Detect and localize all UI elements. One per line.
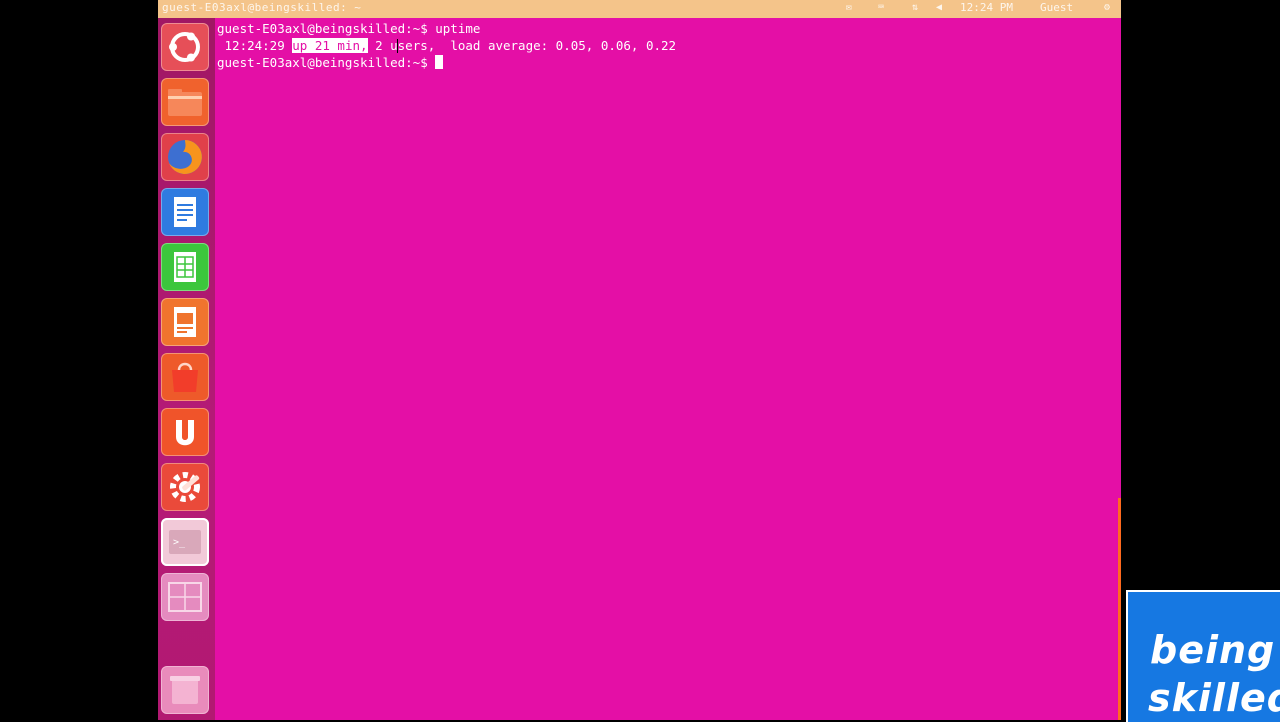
gear-wrench-icon [170,472,200,502]
ubuntu-logo-icon [169,32,200,62]
terminal-window[interactable]: guest-E03axl@beingskilled:~$ uptime 12:2… [215,18,1121,720]
calc-button[interactable] [161,243,209,291]
window-edge-highlight [1118,498,1121,720]
power-icon[interactable]: ⚙ [1100,2,1114,14]
user-label[interactable]: Guest [1040,1,1073,14]
terminal-button[interactable]: >_ [161,518,209,566]
output-line: 12:24:29 up 21 min, 2 users, load averag… [217,37,676,54]
shopping-bag-icon [172,362,198,392]
ubuntu-one-icon [176,420,194,446]
ubuntu-one-button[interactable] [161,408,209,456]
logo-line-2: skilled [1148,676,1280,720]
mail-icon[interactable]: ✉ [842,2,856,14]
trash-button[interactable] [161,666,209,714]
prompt: guest-E03axl@beingskilled:~$ [217,21,428,36]
output-users-load: 2 users, load average: 0.05, 0.06, 0.22 [375,38,677,53]
terminal-icon: >_ [169,530,201,554]
clock-label[interactable]: 12:24 PM [960,1,1013,14]
network-icon[interactable]: ⇅ [908,2,922,14]
svg-text:>_: >_ [173,537,186,548]
volume-icon[interactable]: ◀ [932,2,946,14]
folder-icon [168,89,202,116]
software-center-button[interactable] [161,353,209,401]
files-button[interactable] [161,78,209,126]
beingskilled-logo: being skilled [1126,590,1280,722]
selected-uptime-text[interactable]: up 21 min, [292,38,368,53]
firefox-icon [168,140,202,174]
system-settings-button[interactable] [161,463,209,511]
impress-presentation-icon [174,307,196,337]
prompt: guest-E03axl@beingskilled:~$ [217,55,428,70]
command-text: uptime [435,21,481,36]
window-title: guest-E03axl@beingskilled: ~ [162,1,362,14]
writer-document-icon [174,197,196,227]
trash-icon [170,676,200,704]
keyboard-icon[interactable]: ⌨ [874,2,888,14]
firefox-button[interactable] [161,133,209,181]
logo-line-1: being [1150,628,1276,672]
launcher-bar: >_ [158,18,215,720]
prompt-line: guest-E03axl@beingskilled:~$ [217,54,444,71]
workspace-icon [168,582,202,612]
text-cursor [435,55,444,69]
command-line: guest-E03axl@beingskilled:~$ uptime [217,20,480,37]
mouse-ibeam-cursor [397,39,398,53]
output-time: 12:24:29 [217,38,293,53]
calc-spreadsheet-icon [174,252,196,282]
writer-button[interactable] [161,188,209,236]
top-panel: guest-E03axl@beingskilled: ~ ✉ ⌨ ⇅ ◀ 12:… [158,0,1121,19]
dash-home-button[interactable] [161,23,209,71]
workspace-switcher-button[interactable] [161,573,209,621]
desktop-screen: guest-E03axl@beingskilled: ~ ✉ ⌨ ⇅ ◀ 12:… [158,0,1121,720]
impress-button[interactable] [161,298,209,346]
